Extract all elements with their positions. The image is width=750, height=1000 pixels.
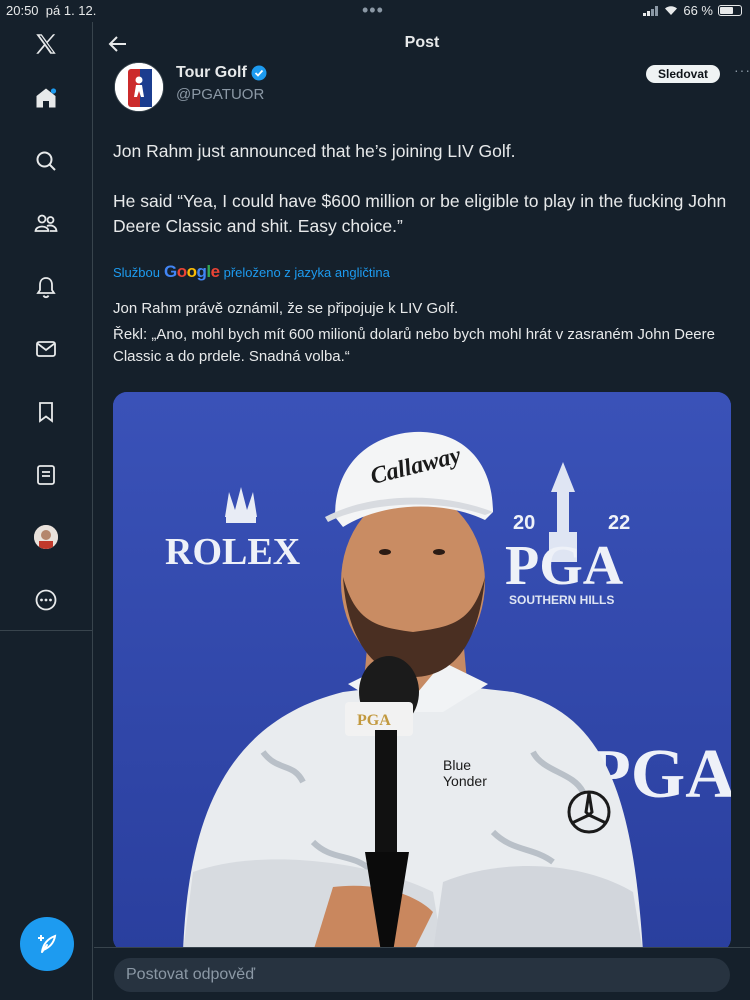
sidebar (0, 22, 93, 1000)
notifications-icon[interactable] (26, 267, 66, 307)
messages-icon[interactable] (26, 329, 66, 369)
translated-line: Jon Rahm právě oznámil, že se připojuje … (113, 300, 459, 317)
wifi-icon (665, 6, 678, 15)
compose-button[interactable] (20, 917, 74, 971)
shirt-sponsor-line1: Blue (443, 757, 471, 773)
verified-badge-icon (251, 65, 267, 81)
author-avatar[interactable] (114, 62, 164, 112)
post-image[interactable]: ROLEX 20 22 PGA SOUTHERN HILLS PGA Calla… (113, 392, 731, 952)
bookmarks-icon[interactable] (26, 392, 66, 432)
reply-bar (94, 947, 750, 1000)
translated-line: Řekl: „Ano, mohl bych mít 600 milionů do… (113, 326, 715, 365)
battery-percent: 66 % (683, 3, 713, 18)
page-title: Post (404, 34, 440, 51)
post-author: Tour Golf @PGATUOR Sledovat ··· (114, 62, 750, 122)
avatar (34, 525, 58, 549)
status-bar: 20:50 pá 1. 12. ••• 66 % (0, 0, 750, 22)
translation-attribution[interactable]: Službou Google přeloženo z jazyka anglič… (113, 262, 390, 282)
google-logo: Google (163, 262, 220, 281)
lists-icon[interactable] (26, 455, 66, 495)
backdrop-sub-text: SOUTHERN HILLS (509, 593, 614, 607)
sidebar-divider (0, 630, 93, 631)
communities-icon[interactable] (26, 204, 66, 244)
status-right: 66 % (643, 3, 742, 18)
shirt-sponsor-line2: Yonder (443, 773, 487, 789)
profile-avatar[interactable] (26, 517, 66, 557)
home-icon[interactable] (26, 78, 66, 118)
multitask-dots-icon[interactable]: ••• (362, 0, 384, 21)
x-logo-icon[interactable] (26, 24, 66, 64)
more-options-icon[interactable]: ··· (734, 62, 750, 78)
follow-button[interactable]: Sledovat (646, 65, 721, 83)
reply-input[interactable] (114, 958, 730, 992)
status-time: 20:50 pá 1. 12. (6, 3, 97, 18)
translated-text: Jon Rahm právě oznámil, že se připojuje … (113, 298, 733, 372)
more-icon[interactable] (26, 580, 66, 620)
backdrop-year-right: 22 (608, 512, 630, 534)
signal-icon (643, 5, 659, 16)
post-text-line: Jon Rahm just announced that he’s joinin… (113, 141, 516, 161)
search-icon[interactable] (26, 141, 66, 181)
backdrop-year-left: 20 (513, 512, 535, 534)
compose-feather-icon (38, 934, 57, 953)
battery-icon (718, 5, 742, 16)
author-handle[interactable]: @PGATUOR (176, 86, 264, 103)
author-name[interactable]: Tour Golf (176, 64, 267, 82)
backdrop-pga-text: PGA (505, 535, 624, 597)
mic-flag-text: PGA (357, 712, 391, 729)
post-text: Jon Rahm just announced that he’s joinin… (113, 139, 733, 264)
post-text-line: He said “Yea, I could have $600 million … (113, 191, 727, 236)
backdrop-rolex-text: ROLEX (165, 531, 300, 573)
header: Post (94, 22, 750, 66)
main-column: Post Tour Golf @PGATUOR Sledovat ··· Jon… (94, 22, 750, 1000)
